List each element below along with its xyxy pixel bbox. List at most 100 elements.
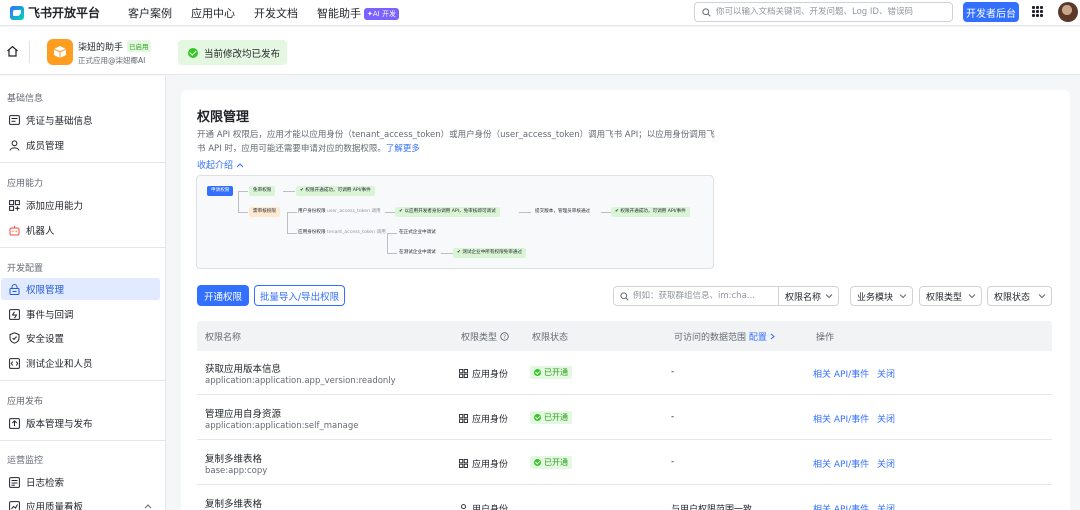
sidebar-item-events[interactable]: 事件与回调 <box>1 303 160 325</box>
chevron-down-icon <box>899 294 907 299</box>
app-identity-icon <box>459 369 468 378</box>
sidebar-item-members[interactable]: 成员管理 <box>1 134 160 156</box>
status-filter-label: 权限状态 <box>994 292 1031 303</box>
app-name-text: 柒妞的助手 <box>78 43 124 53</box>
sidebar-divider <box>0 380 165 381</box>
type-filter[interactable]: 权限类型 <box>919 286 982 306</box>
flow-test-auto-text: 测试企业中所有权限免审通过 <box>462 250 523 255</box>
apps-grid-icon[interactable] <box>1032 6 1043 17</box>
app-name: 柒妞的助手 已启用 <box>78 40 151 53</box>
open-permission-button[interactable]: 开通权限 <box>197 285 249 306</box>
sidebar-group-monitor: 运营监控 <box>7 456 44 466</box>
developer-console-button[interactable]: 开发者后台 <box>963 2 1019 22</box>
sidebar-item-label: 机器人 <box>26 226 55 237</box>
help-icon[interactable]: ? <box>500 332 509 341</box>
search-field-label: 权限名称 <box>785 292 822 303</box>
learn-more-link[interactable]: 了解更多 <box>386 144 420 154</box>
sidebar-item-label: 安全设置 <box>26 334 65 345</box>
col-scope: 可访问的数据范围 配置 <box>674 330 775 343</box>
brand-logo[interactable]: 飞书开放平台 <box>10 4 100 21</box>
flow-app-test: ✔ 以应用开发者身份调用 API，免审核即可调试 <box>395 207 500 217</box>
flow-prod-tenant: 在正式企业中调试 <box>399 230 436 235</box>
flow-test-auto: ✔ 测试企业中所有权限免审通过 <box>453 248 527 258</box>
sidebar-item-test-tenant[interactable]: 测试企业和人员 <box>1 352 160 374</box>
member-icon <box>8 139 20 151</box>
permission-name: 管理应用自身资源 <box>205 409 282 420</box>
nav-link-docs[interactable]: 开发文档 <box>254 5 298 21</box>
flow-user-perm: 用户身份权限 user_access_token 调用 <box>294 207 385 217</box>
close-permission-link[interactable]: 关闭 <box>877 457 895 470</box>
sidebar-item-label: 事件与回调 <box>26 310 74 321</box>
sidebar-item-robot[interactable]: 机器人 <box>1 219 160 241</box>
user-avatar[interactable] <box>1058 2 1078 22</box>
close-permission-link[interactable]: 关闭 <box>877 502 895 510</box>
description-text: 开通 API 权限后，应用才能以应用身份（tenant_access_token… <box>197 130 715 154</box>
module-filter[interactable]: 业务模块 <box>850 286 913 306</box>
sidebar-item-credentials[interactable]: 凭证与基础信息 <box>1 109 160 131</box>
doc-search-input[interactable] <box>716 7 936 17</box>
page-description: 开通 API 权限后，应用才能以应用身份（tenant_access_token… <box>197 128 717 156</box>
sidebar-item-quality[interactable]: 应用质量看板 <box>1 495 160 510</box>
flow-opened-2: ✔ 权限开通成功，可调用 API/事件 <box>611 207 690 217</box>
flow-opened-2-text: 权限开通成功，可调用 API/事件 <box>620 209 686 214</box>
status-filter[interactable]: 权限状态 <box>987 286 1052 306</box>
status-badge: 已开通 <box>530 456 572 469</box>
scope-config-label: 配置 <box>748 333 767 343</box>
permission-type: 应用身份 <box>459 412 508 425</box>
sidebar-item-versions[interactable]: 版本管理与发布 <box>1 412 160 434</box>
nav-link-assistant[interactable]: 智能助手 ✦AI 开发 <box>317 5 399 21</box>
permission-search-box <box>613 286 779 306</box>
flow-line <box>238 191 248 192</box>
search-field-select[interactable]: 权限名称 <box>779 286 839 306</box>
flow-user-token: user_access_token 调用 <box>327 209 381 214</box>
scope-config-link[interactable]: 配置 <box>749 333 775 343</box>
permission-card: 权限管理 开通 API 权限后，应用才能以应用身份（tenant_access_… <box>181 90 1070 510</box>
flow-line <box>519 212 531 213</box>
sidebar-divider <box>0 247 165 248</box>
batch-import-export-button[interactable]: 批量导入/导出权限 <box>254 285 345 306</box>
collapse-intro-toggle[interactable]: 收起介绍 <box>197 158 244 171</box>
flow-test-tenant: 在测试企业中调试 <box>399 250 436 255</box>
permission-search-input[interactable] <box>633 291 773 301</box>
related-api-link[interactable]: 相关 API/事件 <box>813 412 869 425</box>
data-scope: - <box>671 412 675 422</box>
flow-tenant-token: tenant_access_token 调用 <box>327 230 386 235</box>
sidebar-item-label: 凭证与基础信息 <box>26 116 93 127</box>
sidebar-item-security[interactable]: 安全设置 <box>1 327 160 349</box>
publish-status-toast: 当前修改均已发布 <box>178 40 287 65</box>
permission-type-label: 应用身份 <box>472 415 509 425</box>
flow-user-perm-label: 用户身份权限 <box>298 209 326 214</box>
shield-icon <box>8 332 20 344</box>
event-icon <box>8 308 20 320</box>
col-type-label: 权限类型 <box>461 333 498 343</box>
data-scope: - <box>671 457 675 467</box>
col-scope-label: 可访问的数据范围 <box>674 333 747 343</box>
permission-flow-diagram: 申请权限 免审权限 ✔ 权限开通成功，可调用 API/事件 需审核权限 用户身份… <box>196 175 714 269</box>
credential-icon <box>8 114 20 126</box>
robot-icon <box>8 224 20 236</box>
app-identity-icon <box>459 459 468 468</box>
sidebar-item-permissions[interactable]: 权限管理 <box>1 278 160 300</box>
close-permission-link[interactable]: 关闭 <box>877 412 895 425</box>
doc-search-box <box>694 2 953 22</box>
chevron-right-icon <box>770 333 775 340</box>
status-text: 已开通 <box>544 368 568 377</box>
flow-app-perm-label: 应用身份权限 <box>298 230 326 235</box>
related-api-link[interactable]: 相关 API/事件 <box>813 367 869 380</box>
nav-link-app-center[interactable]: 应用中心 <box>191 5 235 21</box>
related-api-link[interactable]: 相关 API/事件 <box>813 457 869 470</box>
sidebar-item-logs[interactable]: 日志检索 <box>1 471 160 493</box>
collapse-label: 收起介绍 <box>197 161 234 171</box>
home-icon[interactable] <box>6 45 19 57</box>
top-nav: 飞书开放平台 客户案例 应用中心 开发文档 智能助手✦AI 开发 开发者后台 <box>0 0 1080 26</box>
page-title: 权限管理 <box>197 110 250 125</box>
status-badge: 已开通 <box>530 366 572 379</box>
related-api-link[interactable]: 相关 API/事件 <box>813 502 869 510</box>
permission-code: application:application:self_manage <box>205 421 359 431</box>
close-permission-link[interactable]: 关闭 <box>877 367 895 380</box>
publish-status-text: 当前修改均已发布 <box>204 48 281 60</box>
table-row: 复制多维表格 base:app:copy 应用身份 已开通 - 相关 API/事… <box>197 441 1052 485</box>
sidebar-item-add-ability[interactable]: 添加应用能力 <box>1 194 160 216</box>
sidebar-divider <box>0 162 165 163</box>
nav-link-cases[interactable]: 客户案例 <box>128 5 172 21</box>
